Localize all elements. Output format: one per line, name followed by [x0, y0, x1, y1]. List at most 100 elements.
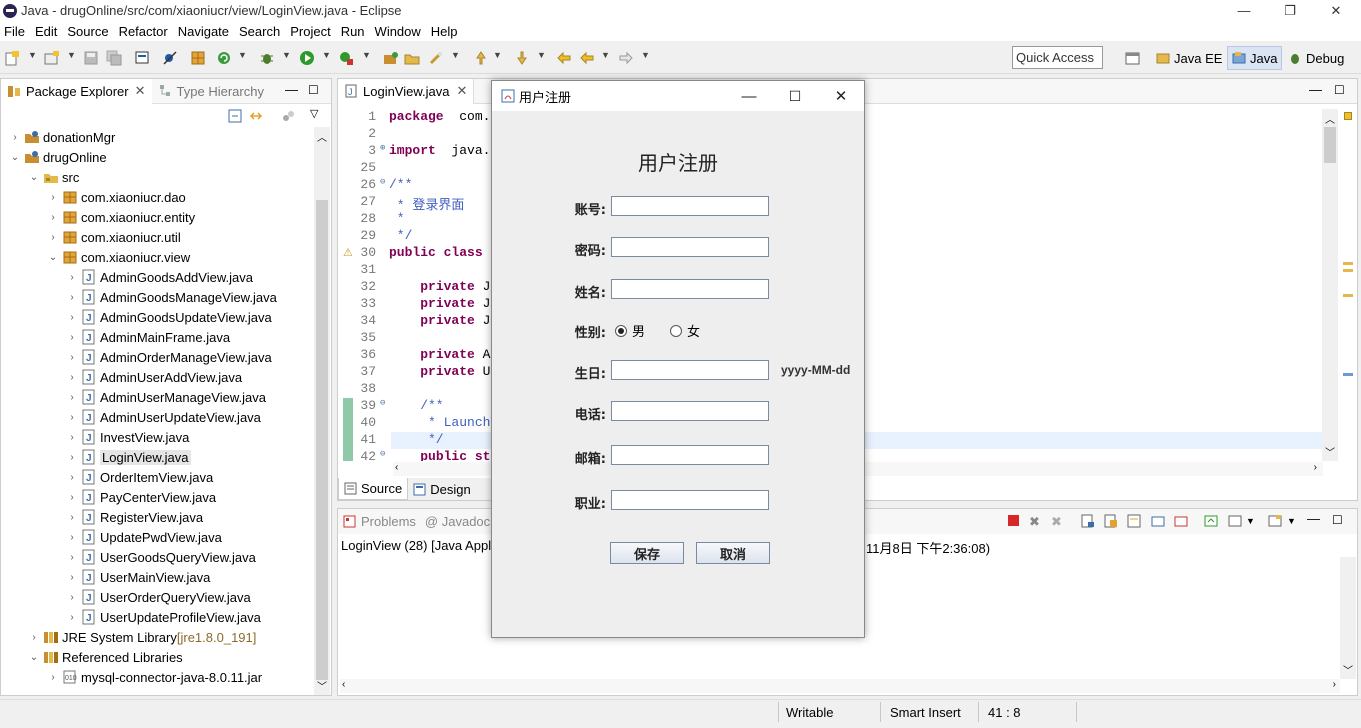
tree-item[interactable]: › J OrderItemView.java	[65, 467, 213, 487]
tree-item[interactable]: › com.xiaoniucr.util	[46, 227, 180, 247]
menu-refactor[interactable]: Refactor	[115, 24, 174, 39]
fold-marker-icon[interactable]	[380, 415, 389, 432]
scroll-thumb[interactable]	[1324, 127, 1336, 163]
link-with-editor-icon[interactable]	[249, 109, 263, 123]
tree-item[interactable]: › J InvestView.java	[65, 427, 189, 447]
tree-item[interactable]: › J AdminMainFrame.java	[65, 327, 230, 347]
scroll-up-icon[interactable]: ︿	[317, 129, 327, 144]
chevron-right-icon[interactable]: ›	[65, 552, 79, 563]
menu-search[interactable]: Search	[235, 24, 286, 39]
menu-navigate[interactable]: Navigate	[174, 24, 235, 39]
maximize-view-icon[interactable]: ☐	[1332, 513, 1343, 527]
fold-marker-icon[interactable]: ⊖	[380, 398, 389, 415]
chevron-right-icon[interactable]: ›	[65, 432, 79, 443]
chevron-right-icon[interactable]: ›	[65, 612, 79, 623]
menu-project[interactable]: Project	[286, 24, 336, 39]
remove-all-launches-icon[interactable]: ✖	[1051, 514, 1062, 530]
tab-type-hierarchy[interactable]: Type Hierarchy	[152, 79, 270, 104]
chevron-right-icon[interactable]: ›	[65, 532, 79, 543]
maximize-button[interactable]: ❐	[1267, 0, 1313, 21]
save-button[interactable]: 保存	[610, 542, 684, 564]
perspective-java-ee[interactable]: Java EE	[1152, 46, 1226, 70]
pin-console-icon[interactable]	[1204, 514, 1218, 528]
run-dropdown-icon[interactable]: ▼	[322, 50, 331, 60]
tree-item[interactable]: › J AdminGoodsManageView.java	[65, 287, 277, 307]
tree-item[interactable]: › J PayCenterView.java	[65, 487, 216, 507]
search-tool-icon[interactable]	[428, 50, 444, 66]
chevron-right-icon[interactable]: ›	[65, 372, 79, 383]
gender-female-radio[interactable]: 女	[670, 321, 700, 340]
tree-item[interactable]: › com.xiaoniucr.entity	[46, 207, 195, 227]
fold-marker-icon[interactable]	[380, 347, 389, 364]
open-console-dropdown-icon[interactable]: ▼	[1287, 516, 1296, 526]
terminate-icon[interactable]	[1007, 514, 1020, 527]
fold-marker-icon[interactable]: ⊕	[380, 143, 389, 160]
remove-launch-icon[interactable]: ✖	[1029, 514, 1040, 530]
view-menu-icon[interactable]: ▽	[310, 107, 318, 120]
chevron-right-icon[interactable]: ›	[27, 632, 41, 643]
new-dropdown-icon[interactable]: ▼	[28, 50, 37, 60]
focus-icon[interactable]	[281, 109, 295, 123]
scroll-down-icon[interactable]: ﹀	[1343, 662, 1353, 677]
tab-javadoc[interactable]: @ Javadoc	[421, 514, 494, 529]
close-button[interactable]: ✕	[1313, 0, 1359, 21]
open-perspective-icon[interactable]	[1125, 50, 1141, 66]
chevron-right-icon[interactable]: ›	[65, 412, 79, 423]
annotation-dropdown-icon[interactable]: ▼	[493, 50, 502, 60]
new-java-project-icon[interactable]	[383, 50, 399, 66]
chevron-right-icon[interactable]: ›	[65, 272, 79, 283]
chevron-right-icon[interactable]: ›	[46, 232, 60, 243]
refresh-icon[interactable]	[216, 50, 232, 66]
fold-marker-icon[interactable]	[380, 313, 389, 330]
fold-marker-icon[interactable]	[380, 432, 389, 449]
scroll-right-icon[interactable]: ›	[1314, 462, 1317, 473]
chevron-down-icon[interactable]: ⌄	[27, 172, 41, 183]
close-icon[interactable]: ✕	[457, 83, 468, 99]
scroll-left-icon[interactable]: ‹	[342, 679, 345, 690]
tree-item[interactable]: › J AdminGoodsAddView.java	[65, 267, 253, 287]
scroll-lock-icon[interactable]	[1104, 514, 1118, 528]
fold-marker-icon[interactable]	[380, 194, 389, 211]
quick-access-input[interactable]: Quick Access	[1012, 46, 1103, 69]
open-console-icon[interactable]	[1268, 514, 1282, 528]
chevron-right-icon[interactable]: ›	[46, 192, 60, 203]
scroll-left-icon[interactable]: ‹	[395, 462, 398, 473]
tree-item[interactable]: ⌄ com.xiaoniucr.view	[46, 247, 190, 267]
tree-item[interactable]: › J LoginView.java	[65, 447, 191, 467]
chevron-down-icon[interactable]: ⌄	[8, 152, 22, 163]
chevron-right-icon[interactable]: ›	[65, 292, 79, 303]
menu-window[interactable]: Window	[371, 24, 427, 39]
tree-item[interactable]: › J AdminOrderManageView.java	[65, 347, 272, 367]
new-package-icon[interactable]	[44, 50, 60, 66]
debug-icon[interactable]	[259, 50, 275, 66]
console-hscrollbar[interactable]: ‹ ›	[340, 679, 1340, 693]
last-edit-icon[interactable]	[556, 50, 572, 66]
tree-item[interactable]: › com.xiaoniucr.dao	[46, 187, 185, 207]
forward-icon[interactable]	[618, 50, 634, 66]
skip-breakpoints-icon[interactable]	[162, 50, 178, 66]
clear-console-icon[interactable]	[1081, 514, 1095, 528]
tree-item[interactable]: › J UserGoodsQueryView.java	[65, 547, 256, 567]
overview-marker[interactable]	[1343, 373, 1353, 376]
tree-item[interactable]: › J AdminGoodsUpdateView.java	[65, 307, 272, 327]
tree-item[interactable]: › donationMgr	[8, 127, 115, 147]
collapse-all-icon[interactable]	[228, 109, 242, 123]
build-icon[interactable]	[190, 50, 206, 66]
annotation-icon[interactable]	[473, 50, 489, 66]
fold-marker-icon[interactable]	[380, 126, 389, 143]
fold-marker-icon[interactable]	[380, 279, 389, 296]
menu-edit[interactable]: Edit	[31, 24, 63, 39]
refresh-dropdown-icon[interactable]: ▼	[238, 50, 247, 60]
save-all-icon[interactable]	[106, 50, 122, 66]
run-icon[interactable]	[299, 50, 315, 66]
tree-item[interactable]: › J AdminUserManageView.java	[65, 387, 266, 407]
back-dropdown-icon[interactable]: ▼	[601, 50, 610, 60]
menu-source[interactable]: Source	[63, 24, 114, 39]
tree-item[interactable]: › 010 mysql-connector-java-8.0.11.jar	[46, 667, 262, 687]
overview-warning-marker[interactable]	[1344, 112, 1352, 120]
fold-marker-icon[interactable]	[380, 245, 389, 262]
perspective-debug[interactable]: Debug	[1284, 46, 1348, 70]
chevron-down-icon[interactable]: ⌄	[46, 252, 60, 263]
minimize-view-icon[interactable]: —	[1309, 82, 1322, 97]
fold-marker-icon[interactable]	[380, 330, 389, 347]
